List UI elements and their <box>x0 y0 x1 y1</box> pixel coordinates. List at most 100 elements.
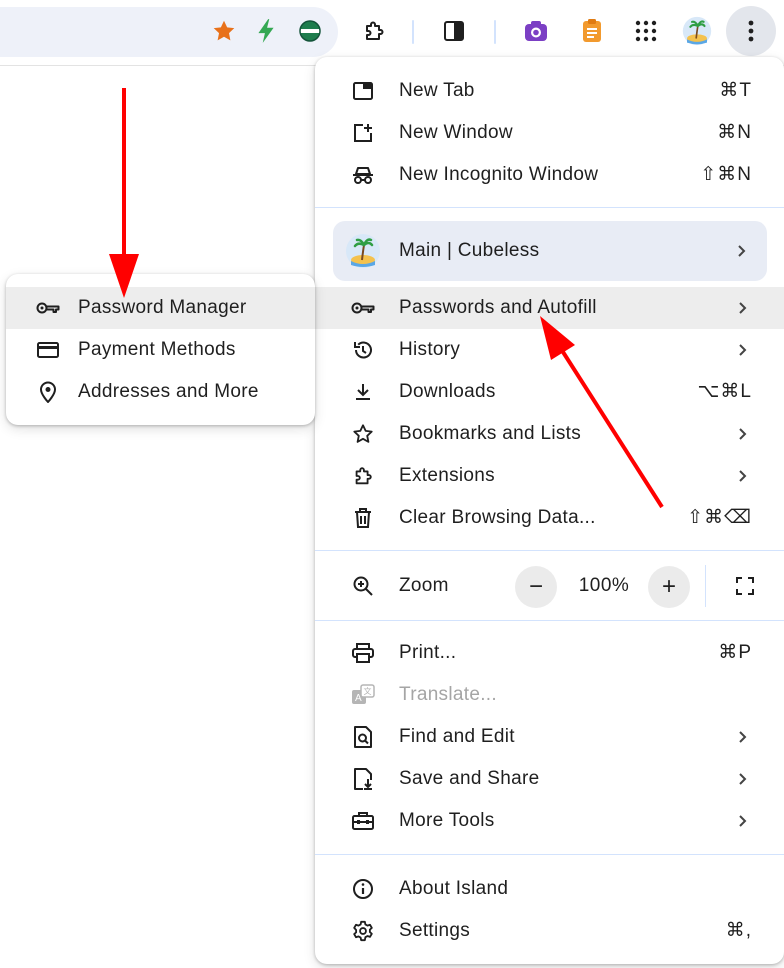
chevron-right-icon <box>739 731 747 743</box>
menu-item-label: Downloads <box>399 381 496 402</box>
menu-item-profile[interactable]: Main | Cubeless <box>333 221 767 281</box>
chevron-right-icon <box>739 428 747 440</box>
side-panel-icon[interactable] <box>436 13 472 49</box>
menu-item-passwords-and-autofill[interactable]: Passwords and Autofill <box>315 287 784 329</box>
zoom-level: 100% <box>578 575 630 596</box>
new-window-icon <box>351 121 375 145</box>
menu-item-print[interactable]: Print... ⌘P <box>315 632 784 674</box>
zoom-label: Zoom <box>399 575 449 596</box>
svg-text:文: 文 <box>364 686 372 696</box>
menu-item-settings[interactable]: Settings ⌘, <box>315 910 784 952</box>
menu-item-shortcut: ⇧⌘N <box>700 164 752 185</box>
bolt-icon[interactable] <box>248 13 284 49</box>
profile-avatar-icon <box>346 234 380 268</box>
screenshot-camera-icon[interactable] <box>518 13 554 49</box>
apps-grid-icon[interactable] <box>628 13 664 49</box>
profile-avatar-icon[interactable] <box>679 13 715 49</box>
menu-item-new-window[interactable]: New Window ⌘N <box>315 112 784 154</box>
menu-item-find-and-edit[interactable]: Find and Edit <box>315 716 784 758</box>
credit-card-icon <box>36 338 60 362</box>
extensions-icon <box>351 464 375 488</box>
key-icon <box>351 296 375 320</box>
menu-item-save-and-share[interactable]: Save and Share <box>315 758 784 800</box>
history-icon <box>351 338 375 362</box>
trash-icon <box>351 506 375 530</box>
notes-icon[interactable] <box>574 13 610 49</box>
menu-item-new-tab[interactable]: New Tab ⌘T <box>315 70 784 112</box>
fullscreen-icon <box>736 577 754 595</box>
zoom-in-button[interactable]: + <box>648 566 690 608</box>
menu-item-shortcut: ⇧⌘⌫ <box>687 507 752 528</box>
menu-item-label: New Window <box>399 122 513 143</box>
key-icon <box>36 296 60 320</box>
submenu-item-label: Payment Methods <box>78 339 236 360</box>
menu-item-bookmarks-and-lists[interactable]: Bookmarks and Lists <box>315 413 784 455</box>
menu-divider <box>315 854 784 855</box>
menu-item-label: Bookmarks and Lists <box>399 423 582 444</box>
chevron-right-icon <box>739 344 747 356</box>
extensions-icon[interactable] <box>356 13 392 49</box>
new-tab-icon <box>351 79 375 103</box>
location-pin-icon <box>36 380 60 404</box>
chevron-right-icon <box>738 245 746 257</box>
zoom-separator <box>705 565 706 607</box>
menu-item-extensions[interactable]: Extensions <box>315 455 784 497</box>
menu-item-label: Extensions <box>399 465 495 486</box>
menu-item-more-tools[interactable]: More Tools <box>315 800 784 842</box>
menu-item-shortcut: ⌘N <box>717 122 752 143</box>
chevron-right-icon <box>739 773 747 785</box>
menu-item-translate[interactable]: A文 Translate... <box>315 674 784 716</box>
submenu-item-addresses-and-more[interactable]: Addresses and More <box>6 371 315 413</box>
submenu-item-payment-methods[interactable]: Payment Methods <box>6 329 315 371</box>
gear-icon <box>351 919 375 943</box>
menu-item-clear-browsing-data[interactable]: Clear Browsing Data... ⇧⌘⌫ <box>315 497 784 539</box>
star-outline-icon <box>351 422 375 446</box>
save-page-icon <box>351 767 375 791</box>
menu-item-about-island[interactable]: About Island <box>315 868 784 910</box>
toolbox-icon <box>351 809 375 833</box>
zoom-out-button[interactable]: − <box>515 566 557 608</box>
zoom-row: Zoom − 100% + <box>315 563 784 609</box>
menu-item-label: Print... <box>399 642 457 663</box>
colored-globe-icon[interactable] <box>292 13 328 49</box>
menu-item-shortcut: ⌘P <box>718 642 752 663</box>
address-bar[interactable] <box>0 7 338 57</box>
menu-divider <box>315 550 784 551</box>
menu-divider <box>315 620 784 621</box>
chevron-right-icon <box>739 302 747 314</box>
zoom-icon <box>353 576 373 596</box>
menu-item-label: About Island <box>399 878 509 899</box>
menu-item-label: Settings <box>399 920 471 941</box>
fullscreen-button[interactable] <box>727 568 763 604</box>
menu-item-label: Clear Browsing Data... <box>399 507 596 528</box>
menu-item-shortcut: ⌘T <box>719 80 752 101</box>
menu-divider <box>315 207 784 208</box>
menu-item-label: Passwords and Autofill <box>399 297 597 318</box>
download-icon <box>351 380 375 404</box>
menu-item-new-incognito-window[interactable]: New Incognito Window ⇧⌘N <box>315 154 784 196</box>
incognito-icon <box>351 163 375 187</box>
menu-item-label: More Tools <box>399 810 495 831</box>
chevron-right-icon <box>739 470 747 482</box>
bookmark-star-icon[interactable] <box>206 13 242 49</box>
arrow-down-annotation <box>109 88 139 298</box>
menu-item-label: Save and Share <box>399 768 540 789</box>
submenu-item-label: Addresses and More <box>78 381 259 402</box>
toolbar-separator <box>494 20 496 44</box>
menu-item-label: Translate... <box>399 684 497 705</box>
translate-icon: A文 <box>351 683 375 707</box>
menu-item-downloads[interactable]: Downloads ⌥⌘L <box>315 371 784 413</box>
toolbar-separator <box>412 20 414 44</box>
chevron-right-icon <box>739 815 747 827</box>
more-menu-button[interactable] <box>726 6 776 56</box>
find-in-page-icon <box>351 725 375 749</box>
more-menu-icon <box>748 20 754 42</box>
passwords-submenu: Password Manager Payment Methods Address… <box>6 274 315 425</box>
submenu-item-label: Password Manager <box>78 297 247 318</box>
menu-item-shortcut: ⌘, <box>725 920 752 941</box>
menu-item-label: New Tab <box>399 80 475 101</box>
menu-item-label: New Incognito Window <box>399 164 599 185</box>
menu-item-history[interactable]: History <box>315 329 784 371</box>
app-menu: New Tab ⌘T New Window ⌘N New Incognito W… <box>315 57 784 964</box>
submenu-item-password-manager[interactable]: Password Manager <box>6 287 315 329</box>
